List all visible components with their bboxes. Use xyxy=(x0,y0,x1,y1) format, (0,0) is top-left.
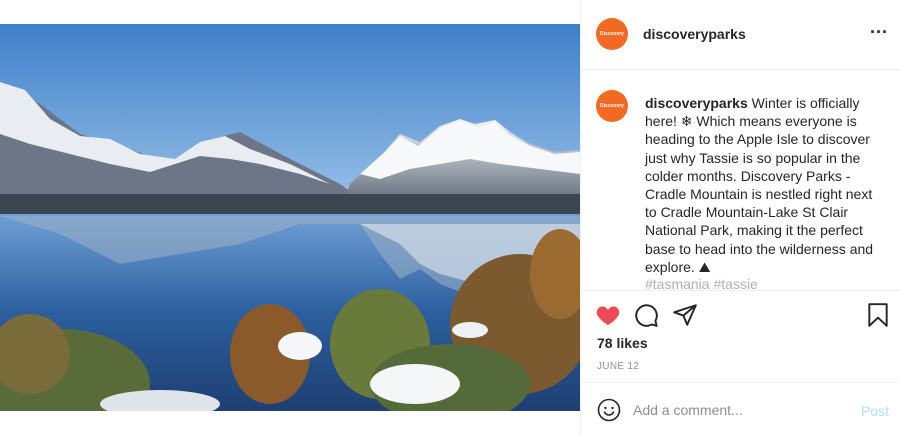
bookmark-icon[interactable] xyxy=(865,302,891,328)
heart-filled-icon[interactable] xyxy=(595,302,621,328)
account-logo: Discovery xyxy=(600,31,624,37)
comment-bar: Post xyxy=(581,382,900,435)
caption-avatar[interactable]: Discovery xyxy=(596,90,628,122)
caption-hashtags[interactable]: #tasmania #tassie xyxy=(645,276,758,289)
comment-bubble-icon[interactable] xyxy=(633,302,659,328)
post-comment-button[interactable]: Post xyxy=(861,403,889,419)
post-photo[interactable] xyxy=(0,24,580,411)
account-username[interactable]: discoveryparks xyxy=(643,26,746,42)
avatar[interactable]: Discovery xyxy=(596,18,628,50)
likes-count[interactable]: 78 likes xyxy=(597,335,648,351)
post-actions: 78 likes JUNE 12 xyxy=(581,290,900,382)
smiley-icon[interactable] xyxy=(597,398,621,422)
post-sidebar: Discovery discoveryparks ··· Discovery d… xyxy=(580,0,900,435)
caption-text: Winter is officially here! ❄ Which means… xyxy=(645,95,874,275)
paper-plane-icon[interactable] xyxy=(672,302,698,328)
caption: discoveryparks Winter is officially here… xyxy=(645,94,887,276)
comment-input[interactable] xyxy=(633,395,843,425)
post-header: Discovery discoveryparks ··· xyxy=(581,0,900,70)
more-options-icon[interactable]: ··· xyxy=(869,23,889,43)
caption-area: Discovery discoveryparks Winter is offic… xyxy=(581,71,900,289)
post-media-pane xyxy=(0,0,580,435)
caption-username[interactable]: discoveryparks xyxy=(645,95,748,111)
landscape-image xyxy=(0,24,580,411)
post-date[interactable]: JUNE 12 xyxy=(597,361,639,372)
caption-account-logo: Discovery xyxy=(600,103,624,109)
